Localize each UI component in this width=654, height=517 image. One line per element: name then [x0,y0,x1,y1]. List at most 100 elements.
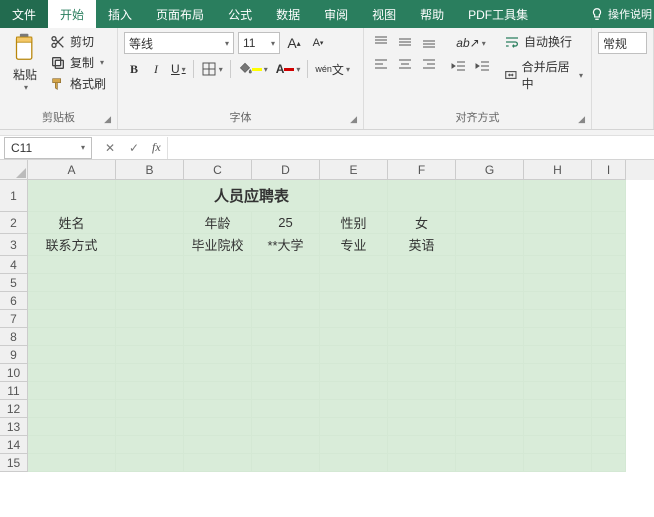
cell-C9[interactable] [184,346,252,364]
cell-H8[interactable] [524,328,592,346]
cell-D15[interactable] [252,454,320,472]
cell-I2[interactable] [592,212,626,234]
cell-D3[interactable]: **大学 [252,234,320,256]
cell-B12[interactable] [116,400,184,418]
cell-I3[interactable] [592,234,626,256]
cell-G11[interactable] [456,382,524,400]
cell-D6[interactable] [252,292,320,310]
cell-I14[interactable] [592,436,626,454]
cell-B3[interactable] [116,234,184,256]
cell-C13[interactable] [184,418,252,436]
cell-title[interactable]: 人员应聘表 [184,180,320,212]
cell-I6[interactable] [592,292,626,310]
cell-D10[interactable] [252,364,320,382]
cell-E12[interactable] [320,400,388,418]
grow-font-button[interactable]: A▴ [284,32,304,54]
cell-H1[interactable] [524,180,592,212]
cell-B7[interactable] [116,310,184,328]
cell-B5[interactable] [116,274,184,292]
cell-A8[interactable] [28,328,116,346]
row-header-6[interactable]: 6 [0,292,28,310]
borders-button[interactable]: ▾ [198,58,226,80]
cell-D14[interactable] [252,436,320,454]
cut-button[interactable]: 剪切 [48,32,108,51]
cell-H3[interactable] [524,234,592,256]
cell-H15[interactable] [524,454,592,472]
cell-B10[interactable] [116,364,184,382]
cell-C15[interactable] [184,454,252,472]
select-all-corner[interactable] [0,160,28,180]
align-center-button[interactable] [394,54,416,74]
cell-C12[interactable] [184,400,252,418]
cell-I11[interactable] [592,382,626,400]
cell-F14[interactable] [388,436,456,454]
cell-A2[interactable]: 姓名 [28,212,116,234]
cell-I1[interactable] [592,180,626,212]
col-header-E[interactable]: E [320,160,388,180]
cell-E5[interactable] [320,274,388,292]
cell-G8[interactable] [456,328,524,346]
menu-file[interactable]: 文件 [0,0,48,28]
cell-E4[interactable] [320,256,388,274]
col-header-A[interactable]: A [28,160,116,180]
row-header-7[interactable]: 7 [0,310,28,328]
cell-E2[interactable]: 性别 [320,212,388,234]
row-header-15[interactable]: 15 [0,454,28,472]
cell-D5[interactable] [252,274,320,292]
cell-G13[interactable] [456,418,524,436]
phonetic-button[interactable]: wén文▾ [312,58,353,80]
align-left-button[interactable] [370,54,392,74]
cell-A1[interactable] [28,180,116,212]
cell-C5[interactable] [184,274,252,292]
cell-F10[interactable] [388,364,456,382]
cell-B15[interactable] [116,454,184,472]
cell-C10[interactable] [184,364,252,382]
menu-pdf-tools[interactable]: PDF工具集 [456,0,540,28]
cell-A7[interactable] [28,310,116,328]
cell-B13[interactable] [116,418,184,436]
cell-A14[interactable] [28,436,116,454]
cell-G5[interactable] [456,274,524,292]
cell-B9[interactable] [116,346,184,364]
formula-bar[interactable] [167,137,654,159]
cell-G14[interactable] [456,436,524,454]
cell-F5[interactable] [388,274,456,292]
cell-B11[interactable] [116,382,184,400]
cell-F8[interactable] [388,328,456,346]
cell-F15[interactable] [388,454,456,472]
cell-F7[interactable] [388,310,456,328]
paste-button[interactable]: 粘贴▾ [6,32,44,93]
row-header-14[interactable]: 14 [0,436,28,454]
col-header-D[interactable]: D [252,160,320,180]
underline-button[interactable]: U▾ [168,58,189,80]
name-box[interactable]: C11▾ [4,137,92,159]
cell-G4[interactable] [456,256,524,274]
col-header-F[interactable]: F [388,160,456,180]
cell-F9[interactable] [388,346,456,364]
dialog-launcher-icon[interactable]: ◢ [350,114,357,125]
cell-F1[interactable] [388,180,456,212]
dialog-launcher-icon[interactable]: ◢ [578,114,585,125]
cell-A10[interactable] [28,364,116,382]
menu-formulas[interactable]: 公式 [216,0,264,28]
cell-C7[interactable] [184,310,252,328]
cell-A15[interactable] [28,454,116,472]
cell-E8[interactable] [320,328,388,346]
cell-C3[interactable]: 毕业院校 [184,234,252,256]
increase-indent-button[interactable] [472,56,494,78]
cell-C2[interactable]: 年龄 [184,212,252,234]
cell-E14[interactable] [320,436,388,454]
cell-I15[interactable] [592,454,626,472]
cell-B14[interactable] [116,436,184,454]
cell-E1[interactable] [320,180,388,212]
cell-A11[interactable] [28,382,116,400]
cell-H13[interactable] [524,418,592,436]
cell-I10[interactable] [592,364,626,382]
cancel-formula-button[interactable]: ✕ [98,141,122,155]
align-right-button[interactable] [418,54,440,74]
cell-A3[interactable]: 联系方式 [28,234,116,256]
align-bottom-button[interactable] [418,32,440,52]
cell-E6[interactable] [320,292,388,310]
cell-A9[interactable] [28,346,116,364]
cell-F3[interactable]: 英语 [388,234,456,256]
